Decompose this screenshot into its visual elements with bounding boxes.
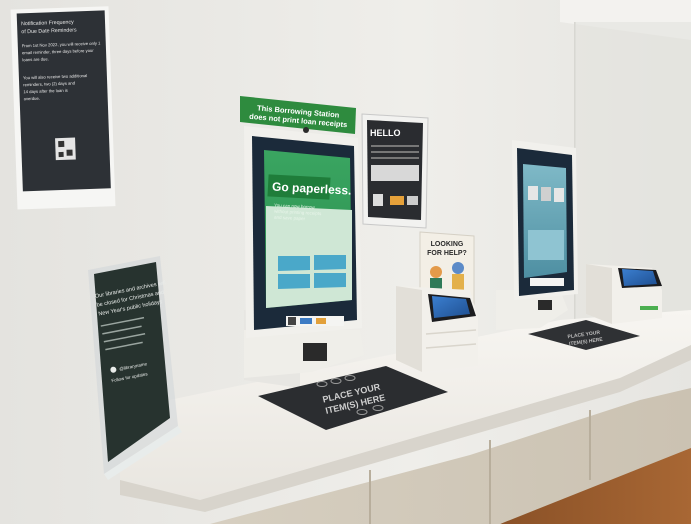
card-reader-slot	[538, 300, 552, 310]
qr-code	[55, 137, 76, 161]
screen-button[interactable]	[314, 255, 346, 270]
card-reader-slot	[303, 343, 327, 361]
hello-title: HELLO	[370, 128, 401, 138]
card-payment-station-2	[586, 264, 662, 324]
self-checkout-kiosk-main: Go paperless. You can now borrow without…	[244, 126, 364, 388]
payment-pad-screen[interactable]	[622, 269, 657, 286]
help-line-1: LOOKING	[431, 241, 464, 248]
hello-poster: HELLO	[361, 113, 429, 229]
help-line-2: FOR HELP?	[427, 250, 467, 257]
screen-button[interactable]	[278, 274, 310, 289]
card-payment-station-1	[396, 286, 478, 372]
camera-icon	[303, 127, 309, 133]
screen-button[interactable]	[314, 273, 346, 288]
kiosk-screen[interactable]	[523, 164, 567, 278]
poster-line: loans are due.	[22, 56, 49, 62]
scene-illustration: Notification Frequency of Due Date Remin…	[0, 0, 691, 524]
poster-line: overdue.	[24, 96, 40, 102]
library-self-checkout-scene: Notification Frequency of Due Date Remin…	[0, 0, 691, 524]
screen-button[interactable]	[278, 256, 310, 271]
qr-code	[373, 194, 383, 206]
due-date-poster: Notification Frequency of Due Date Remin…	[10, 6, 116, 210]
